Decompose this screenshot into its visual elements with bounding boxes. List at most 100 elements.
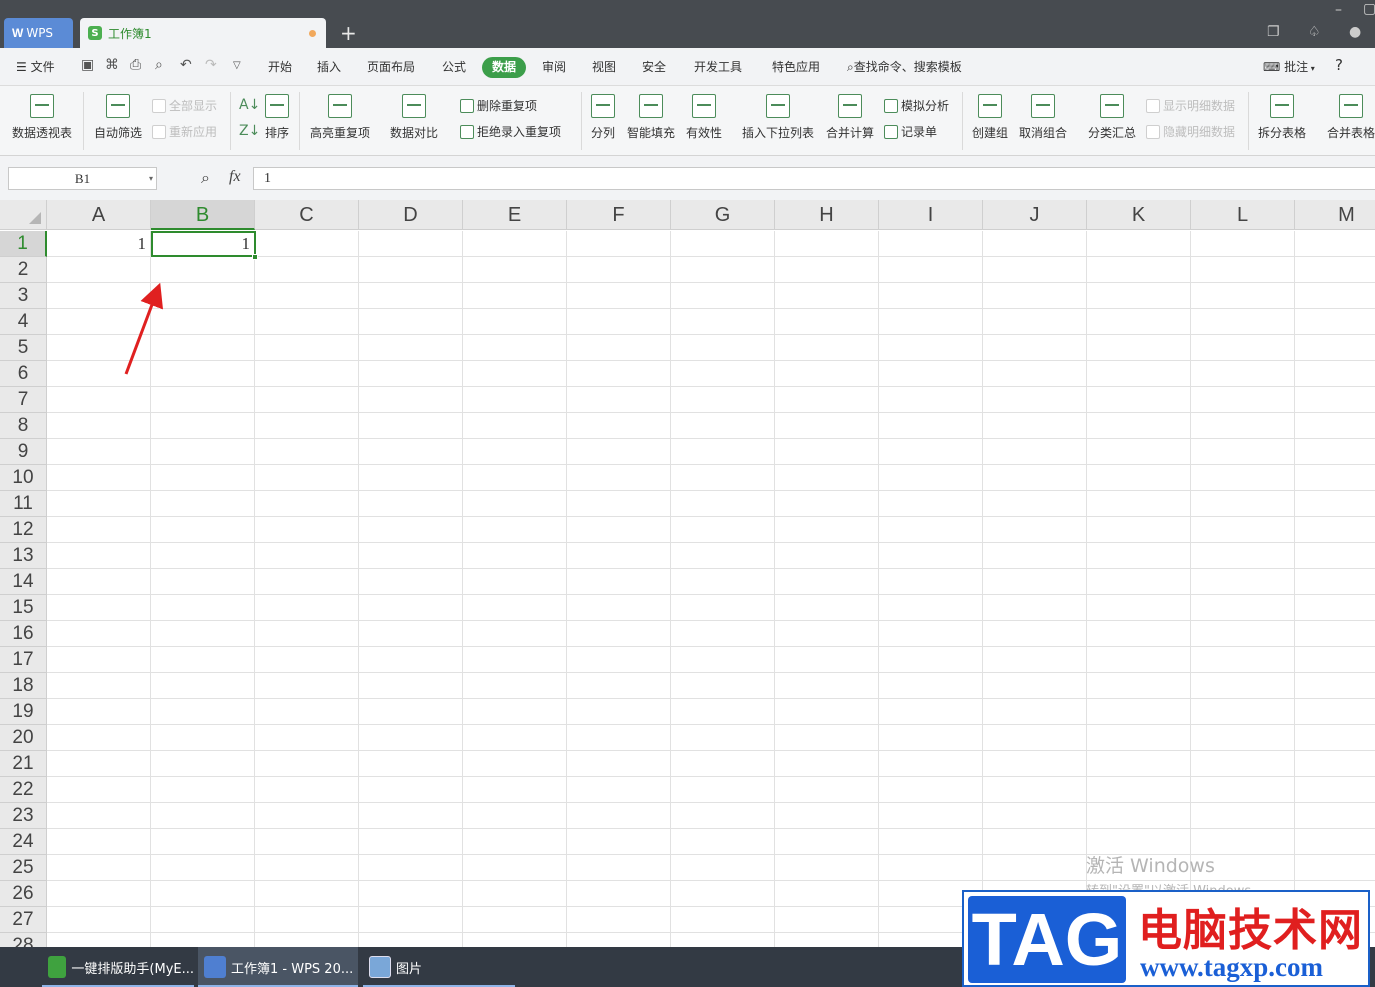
row-header-25[interactable]: 25 [0,855,47,881]
row-header-18[interactable]: 18 [0,673,47,699]
redo-icon[interactable]: ↷ [205,57,217,73]
column-header-i[interactable]: I [879,200,983,230]
column-header-e[interactable]: E [463,200,567,230]
split-table-button[interactable]: 拆分表格 [1258,94,1306,141]
row-header-19[interactable]: 19 [0,699,47,725]
column-header-c[interactable]: C [255,200,359,230]
row-header-7[interactable]: 7 [0,387,47,413]
fill-handle[interactable] [252,254,258,260]
hide-detail-button[interactable]: 隐藏明细数据 [1146,123,1235,140]
taskbar-item-wps[interactable]: 工作簿1 - WPS 20... [198,947,358,987]
highlight-duplicates-button[interactable]: 高亮重复项 [310,94,370,141]
sort-button[interactable]: 排序 [265,94,289,141]
ungroup-button[interactable]: 取消组合 [1019,94,1067,141]
comment-button[interactable]: ⌨ 批注 ▾ [1263,58,1315,75]
maximize-icon[interactable]: ▢ [1363,1,1375,17]
save-icon[interactable]: ▣ [81,57,94,73]
skin-icon[interactable]: ♤ [1308,24,1321,40]
zoom-icon[interactable]: ⌕ [201,168,210,188]
row-header-8[interactable]: 8 [0,413,47,439]
row-header-9[interactable]: 9 [0,439,47,465]
menu-view[interactable]: 视图 [592,58,616,75]
consolidate-button[interactable]: 合并计算 [826,94,874,141]
delete-duplicates-button[interactable]: 删除重复项 [460,97,537,114]
whatif-analysis-button[interactable]: 模拟分析 [884,97,949,114]
new-tab-button[interactable]: + [340,20,357,46]
minimize-icon[interactable]: – [1335,2,1342,18]
menu-special-apps[interactable]: 特色应用 [772,58,820,75]
column-header-d[interactable]: D [359,200,463,230]
name-box[interactable]: B1 ▾ [8,167,157,190]
help-button[interactable]: ? [1335,56,1343,74]
row-header-12[interactable]: 12 [0,517,47,543]
column-header-l[interactable]: L [1191,200,1295,230]
row-header-13[interactable]: 13 [0,543,47,569]
merge-table-button[interactable]: 合并表格 [1327,94,1375,141]
row-header-2[interactable]: 2 [0,257,47,283]
reject-duplicates-button[interactable]: 拒绝录入重复项 [460,123,561,140]
print-icon[interactable]: ⎙ [130,57,141,73]
reapply-button[interactable]: 重新应用 [152,123,217,140]
menu-page-layout[interactable]: 页面布局 [367,58,415,75]
data-compare-button[interactable]: 数据对比 [390,94,438,141]
select-all-corner[interactable] [0,200,47,230]
show-all-button[interactable]: 全部显示 [152,97,217,114]
spreadsheet-grid[interactable]: ABCDEFGHIJKLM 1 2 3 4 5 6 7 8 9 10 11 12 13 14 15 16 17 1… [0,200,1375,947]
insert-dropdown-list-button[interactable]: 插入下拉列表 [742,94,814,141]
row-header-14[interactable]: 14 [0,569,47,595]
split-column-button[interactable]: 分列 [591,94,615,141]
row-header-4[interactable]: 4 [0,309,47,335]
menu-developer[interactable]: 开发工具 [694,58,742,75]
column-header-f[interactable]: F [567,200,671,230]
command-search[interactable]: ⌕查找命令、搜索模板 [847,58,962,75]
column-header-h[interactable]: H [775,200,879,230]
user-avatar-icon[interactable]: ● [1349,24,1361,40]
chevron-down-icon[interactable]: ▾ [149,168,153,189]
row-header-27[interactable]: 27 [0,907,47,933]
print-preview-icon[interactable]: ⌕ [155,57,163,73]
show-detail-button[interactable]: 显示明细数据 [1146,97,1235,114]
column-header-m[interactable]: M [1295,200,1375,230]
customize-dropdown-icon[interactable]: ▽ [233,60,241,71]
row-header-22[interactable]: 22 [0,777,47,803]
row-header-20[interactable]: 20 [0,725,47,751]
window-count-icon[interactable]: ❐ [1267,24,1280,40]
format-painter-icon[interactable]: ⌘ [105,57,119,73]
insert-function-icon[interactable]: fx [229,168,241,186]
create-group-button[interactable]: 创建组 [972,94,1008,141]
record-form-button[interactable]: 记录单 [884,123,937,140]
validity-button[interactable]: 有效性 [686,94,722,141]
tab-wps-home[interactable]: W WPS [4,18,73,48]
subtotal-button[interactable]: 分类汇总 [1088,94,1136,141]
row-header-26[interactable]: 26 [0,881,47,907]
menu-start[interactable]: 开始 [268,58,292,75]
column-header-a[interactable]: A [47,200,151,230]
column-header-j[interactable]: J [983,200,1087,230]
taskbar-item-typesetting[interactable]: 一键排版助手(MyE... [42,947,194,987]
row-header-17[interactable]: 17 [0,647,47,673]
row-header-23[interactable]: 23 [0,803,47,829]
file-menu[interactable]: ☰ 文件 [16,58,55,75]
cell-a1[interactable]: 1 [47,231,151,257]
column-header-g[interactable]: G [671,200,775,230]
column-header-b[interactable]: B [151,200,255,230]
smart-fill-button[interactable]: 智能填充 [627,94,675,141]
row-header-3[interactable]: 3 [0,283,47,309]
row-header-1[interactable]: 1 [0,231,47,257]
formula-input[interactable]: 1 [253,167,1375,190]
undo-icon[interactable]: ↶ [180,57,192,73]
pivot-table-button[interactable]: 数据透视表 [12,94,72,141]
row-header-15[interactable]: 15 [0,595,47,621]
menu-security[interactable]: 安全 [642,58,666,75]
taskbar-item-pictures[interactable]: 图片 [363,947,515,987]
menu-data[interactable]: 数据 [482,57,526,78]
row-header-16[interactable]: 16 [0,621,47,647]
row-header-24[interactable]: 24 [0,829,47,855]
row-header-21[interactable]: 21 [0,751,47,777]
auto-filter-button[interactable]: 自动筛选 [94,94,142,141]
tab-workbook[interactable]: S 工作簿1 [80,18,326,48]
row-header-11[interactable]: 11 [0,491,47,517]
row-header-28[interactable]: 28 [0,933,47,947]
menu-review[interactable]: 审阅 [542,58,566,75]
row-header-6[interactable]: 6 [0,361,47,387]
